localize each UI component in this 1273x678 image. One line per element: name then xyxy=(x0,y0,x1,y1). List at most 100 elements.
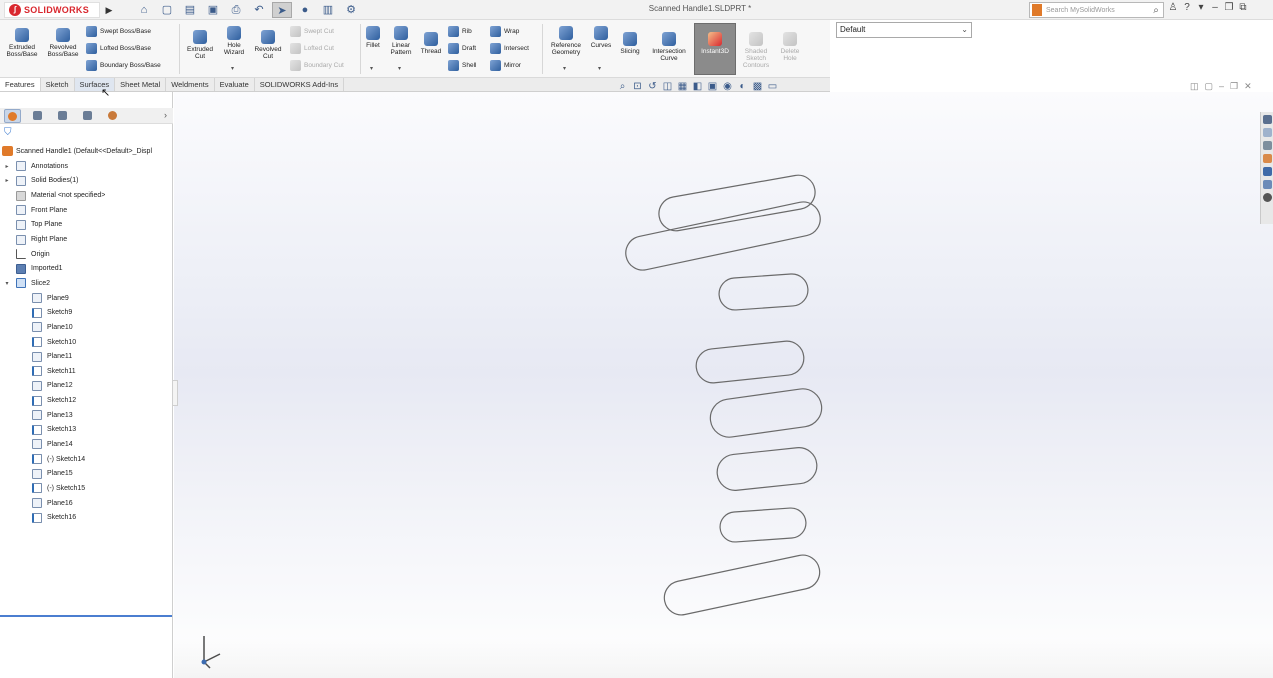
tree-node-label: Plane14 xyxy=(47,440,73,448)
slice-contour[interactable] xyxy=(695,339,806,384)
tree-node-sketch15[interactable]: (-) Sketch15 xyxy=(0,481,172,496)
appearances-icon[interactable] xyxy=(1263,167,1272,176)
slice-contour[interactable] xyxy=(708,386,824,439)
plane-icon xyxy=(32,498,42,509)
propertymanager-tab[interactable] xyxy=(29,109,46,123)
dimxpertmanager-tab[interactable] xyxy=(79,109,96,123)
tree-node-solid-bodies-1[interactable]: ▸ Solid Bodies(1) xyxy=(0,174,172,189)
tree-node-plane14[interactable]: Plane14 xyxy=(0,437,172,452)
tree-node-sketch12[interactable]: Sketch12 xyxy=(0,393,172,408)
tree-node-label: Plane9 xyxy=(47,294,69,302)
plane-icon xyxy=(32,322,42,333)
tree-node-label: Sketch12 xyxy=(47,397,77,405)
tree-node-sketch9[interactable]: Sketch9 xyxy=(0,305,172,320)
tree-node-label: Plane16 xyxy=(47,499,73,507)
tree-node-origin[interactable]: Origin xyxy=(0,247,172,262)
mouse-cursor-icon: ↖ xyxy=(101,87,111,99)
plane-icon xyxy=(16,219,26,230)
feature-tree-icon xyxy=(8,112,17,121)
sketch-icon xyxy=(32,337,42,347)
chevron-right-icon[interactable]: › xyxy=(164,108,167,123)
tree-node-plane11[interactable]: Plane11 xyxy=(0,349,172,364)
slice-contour[interactable] xyxy=(718,273,809,311)
displaymanager-tab[interactable] xyxy=(104,109,121,123)
tree-node-label: Sketch13 xyxy=(47,426,77,434)
tree-node-plane13[interactable]: Plane13 xyxy=(0,408,172,423)
solid-bodies-icon xyxy=(16,175,26,186)
feature-tree: ▸ Annotations ▸ Solid Bodies(1) Material <no… xyxy=(0,159,172,525)
slice-contour[interactable] xyxy=(656,173,818,234)
plane-icon xyxy=(32,380,42,391)
tree-root-label: Scanned Handle1 (Default<<Default>_Displ xyxy=(16,147,153,155)
sketch-icon xyxy=(32,424,42,435)
tree-node-sketch14[interactable]: (-) Sketch14 xyxy=(0,452,172,467)
tree-node-sketch16[interactable]: Sketch16 xyxy=(0,510,172,525)
tree-node-sketch10[interactable]: Sketch10 xyxy=(0,335,172,350)
material-icon xyxy=(16,190,26,201)
tree-node-material-not-specified[interactable]: Material <not specified> xyxy=(0,188,172,203)
tree-node-slice2[interactable]: ▾ Slice2 xyxy=(0,276,172,291)
sketch-icon xyxy=(32,307,42,318)
sketch-icon xyxy=(32,512,42,523)
tree-node-label: Sketch10 xyxy=(47,338,77,346)
tree-root-part[interactable]: Scanned Handle1 (Default<<Default>_Displ xyxy=(2,146,172,156)
property-icon xyxy=(33,111,42,120)
slice-contour[interactable] xyxy=(715,446,818,492)
tree-node-annotations[interactable]: ▸ Annotations xyxy=(0,159,172,174)
expand-arrow-icon[interactable]: ▸ xyxy=(3,163,11,170)
design-library-icon[interactable] xyxy=(1263,128,1272,137)
expand-arrow-icon[interactable]: ▸ xyxy=(3,177,11,184)
tree-node-label: Front Plane xyxy=(31,206,68,214)
tree-node-imported1[interactable]: Imported1 xyxy=(0,261,172,276)
tree-node-label: Imported1 xyxy=(31,265,63,273)
tree-node-label: Slice2 xyxy=(31,279,51,287)
task-pane-tabs xyxy=(1260,112,1273,224)
file-explorer-icon[interactable] xyxy=(1263,141,1272,150)
tree-node-plane16[interactable]: Plane16 xyxy=(0,496,172,511)
tree-node-plane15[interactable]: Plane15 xyxy=(0,466,172,481)
collapse-arrow-icon[interactable]: ▾ xyxy=(3,280,11,287)
tree-node-front-plane[interactable]: Front Plane xyxy=(0,203,172,218)
slice-contour[interactable] xyxy=(661,552,823,618)
configuration-icon xyxy=(58,111,67,120)
tree-node-sketch11[interactable]: Sketch11 xyxy=(0,364,172,379)
sketch-icon xyxy=(32,395,42,406)
reference-triad xyxy=(201,636,221,669)
imported-icon xyxy=(16,263,26,274)
tree-node-top-plane[interactable]: Top Plane xyxy=(0,218,172,233)
tree-node-sketch13[interactable]: Sketch13 xyxy=(0,423,172,438)
display-icon xyxy=(108,111,117,120)
forum-icon[interactable] xyxy=(1263,193,1272,202)
origin-icon xyxy=(16,249,26,260)
tree-node-label: Plane10 xyxy=(47,323,73,331)
plane-icon xyxy=(16,234,26,245)
triad-origin xyxy=(201,659,207,665)
plane-icon xyxy=(32,439,42,450)
tree-node-label: Right Plane xyxy=(31,236,68,244)
slice-contour[interactable] xyxy=(719,507,807,543)
feature-manager-tabs: › xyxy=(0,108,173,124)
tree-node-plane12[interactable]: Plane12 xyxy=(0,379,172,394)
panel-splitter-handle[interactable] xyxy=(172,380,178,406)
solidworks-resources-icon[interactable] xyxy=(1263,115,1272,124)
filter-icon[interactable]: ⛉ xyxy=(4,127,12,138)
tree-node-plane10[interactable]: Plane10 xyxy=(0,320,172,335)
plane-icon xyxy=(32,351,42,362)
tree-node-plane9[interactable]: Plane9 xyxy=(0,291,172,306)
custom-properties-icon[interactable] xyxy=(1263,180,1272,189)
annotations-icon xyxy=(16,161,26,172)
rollback-bar[interactable] xyxy=(0,615,172,617)
tree-node-label: Top Plane xyxy=(31,221,63,229)
featuremanager-tab[interactable] xyxy=(4,109,21,123)
plane-icon xyxy=(32,410,42,421)
configurationmanager-tab[interactable] xyxy=(54,109,71,123)
tree-node-label: Plane12 xyxy=(47,382,73,390)
sketch-contours xyxy=(625,173,824,618)
tree-node-right-plane[interactable]: Right Plane xyxy=(0,232,172,247)
plane-icon xyxy=(32,293,42,304)
sketch-icon xyxy=(32,483,42,494)
view-palette-icon[interactable] xyxy=(1263,154,1272,163)
tree-node-label: Annotations xyxy=(31,162,68,170)
tree-node-label: Material <not specified> xyxy=(31,192,106,200)
tree-node-label: Origin xyxy=(31,250,50,258)
